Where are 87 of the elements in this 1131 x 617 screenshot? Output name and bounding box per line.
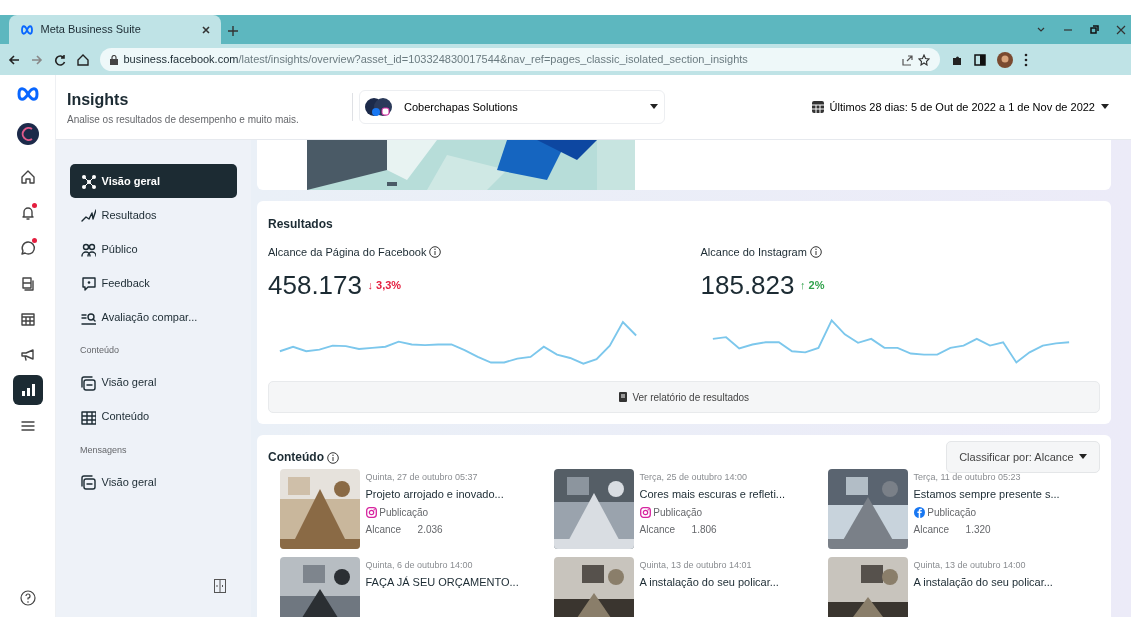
change-percentage: ↑ 2% (800, 278, 825, 293)
metric-value: 458.173 (268, 268, 362, 302)
home-icon (18, 168, 37, 186)
home-icon (77, 53, 89, 66)
change-percentage: ↓ 3,3% (367, 278, 402, 293)
trend-line-icon (80, 207, 96, 223)
info-icon (429, 246, 442, 258)
metric-value: 185.823 (700, 268, 795, 302)
share-icon (900, 53, 913, 66)
post-type: Publicação (379, 505, 429, 520)
sidebar-item[interactable]: Feedback (70, 266, 237, 300)
post-type: Publicação (927, 505, 977, 520)
caret-icon (1079, 453, 1087, 460)
chat-bubble-icon (18, 239, 37, 257)
sidebar-item[interactable]: Avaliação compar... (70, 300, 237, 334)
post-date: Terça, 11 de outubro 05:23 (913, 470, 1022, 484)
reach-value: 1.320 (965, 522, 991, 537)
media-icon (80, 374, 96, 391)
account-selector[interactable]: Coberchapas Solutions (358, 90, 665, 124)
media-icon (80, 474, 96, 490)
metric-label: Alcance (365, 522, 402, 537)
sort-dropdown[interactable]: Classificar por: Alcance (946, 440, 1100, 473)
browser-tab[interactable]: Meta Business Suite (9, 15, 221, 44)
post-caption[interactable]: Estamos sempre presente s... (913, 486, 1060, 503)
new-tab-icon (226, 24, 239, 37)
forward-arrow-icon (31, 53, 43, 66)
star-icon (918, 53, 930, 66)
people-icon (80, 241, 96, 257)
reach-value: 1.806 (691, 522, 717, 537)
post-date: Quinta, 6 de outubro 14:00 (365, 558, 474, 572)
tab-title: Meta Business Suite (40, 22, 142, 38)
sidebar-item[interactable]: Resultados (70, 198, 237, 232)
metric-label: Alcance da Página do Facebook (268, 244, 427, 260)
sidebar-item[interactable]: Público (70, 232, 237, 266)
profile-avatar-icon (997, 51, 1013, 68)
post-caption[interactable]: Cores mais escuras e refleti... (639, 486, 785, 503)
account-avatar-icon (16, 123, 39, 145)
date-range-selector[interactable]: Últimos 28 dias: 5 de Out de 2022 a 1 de Nov de 2022 (806, 97, 1115, 117)
post-type: Publicação (653, 505, 703, 520)
page-title: Insights (67, 89, 130, 110)
metric-label: Alcance (913, 522, 950, 537)
close-icon (201, 24, 211, 35)
restore-icon (1089, 24, 1099, 35)
info-icon (809, 246, 822, 258)
sidebar-item[interactable]: Visão geral (70, 365, 237, 400)
sidebar-item[interactable]: Visão geral (70, 164, 237, 198)
sidebar-item[interactable]: Conteúdo (70, 399, 237, 434)
card-title: Conteúdo (268, 448, 324, 466)
metric-label: Alcance (639, 522, 676, 537)
report-icon (618, 392, 627, 403)
caret-icon (1100, 104, 1109, 110)
post-caption[interactable]: A instalação do seu policar... (639, 574, 779, 591)
reload-icon (54, 53, 66, 66)
back-arrow-icon (8, 53, 20, 66)
post-caption[interactable]: Projeto arrojado e inovado... (365, 486, 504, 503)
url-text: business.facebook.com/latest/insights/overview?asset_id=103324830017544&nav_ref=pages_classic_isolated_section_insights (123, 52, 749, 68)
metric-label: Alcance do Instagram (700, 244, 807, 260)
collapse-panel-icon (214, 578, 226, 593)
sidebar-item[interactable]: Visão geral (70, 465, 237, 499)
close-icon (1115, 24, 1126, 35)
info-icon (326, 451, 339, 464)
post-date: Quinta, 27 de outubro 05:37 (365, 470, 479, 484)
view-report-button[interactable]: Ver relatório de resultados (268, 381, 1100, 414)
bar-chart-nav-button[interactable] (12, 375, 43, 405)
section-heading: Conteúdo (79, 344, 121, 357)
lock-icon (110, 54, 118, 65)
network-icon (80, 173, 96, 189)
address-bar[interactable]: business.facebook.com/latest/insights/overview?asset_id=103324830017544&nav_ref=pages_classic_isolated_section_insights (100, 48, 940, 71)
post-date: Quinta, 13 de outubro 14:01 (639, 558, 753, 572)
help-icon (19, 590, 36, 606)
calendar-icon (18, 310, 37, 328)
post-caption[interactable]: A instalação do seu policar... (913, 574, 1053, 591)
table-icon (80, 408, 96, 425)
more-options-icon (1024, 52, 1028, 67)
post-date: Terça, 25 de outubro 14:00 (639, 470, 749, 484)
calendar-icon (812, 101, 825, 113)
card-title: Resultados (268, 215, 334, 233)
side-panel-icon (974, 53, 986, 66)
post-caption[interactable]: FAÇA JÁ SEU ORÇAMENTO... (365, 574, 519, 591)
account-avatars-icon (365, 97, 393, 117)
meta-logo-icon (19, 24, 35, 35)
feedback-bubble-icon (80, 275, 96, 291)
post-date: Quinta, 13 de outubro 14:00 (913, 558, 1027, 572)
caret-icon (650, 104, 658, 110)
reach-value: 2.036 (417, 522, 443, 537)
page-subtitle: Analise os resultados de desempenho e muito mais. (67, 112, 300, 127)
section-heading: Mensagens (79, 443, 128, 457)
